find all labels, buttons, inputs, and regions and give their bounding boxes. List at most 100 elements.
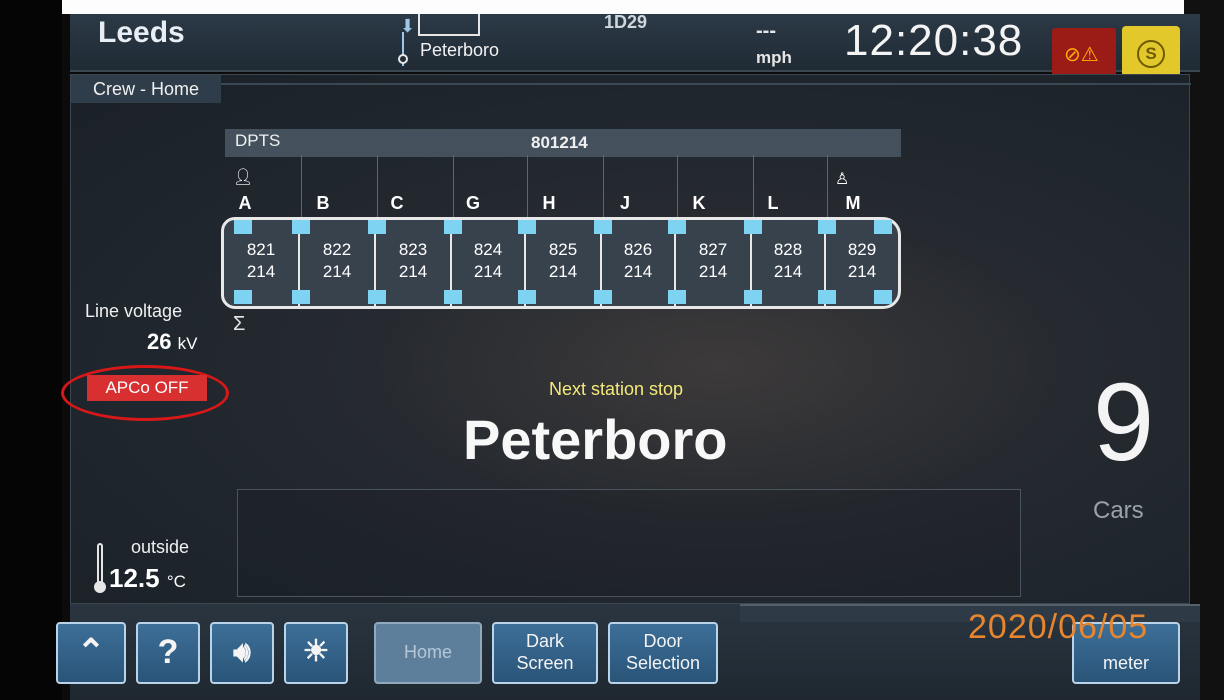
car-letter: B: [316, 193, 330, 213]
dark-screen-label-2: Screen: [516, 653, 574, 673]
car-number-top: 829: [847, 240, 877, 259]
car-divider: [301, 155, 302, 221]
car-m[interactable]: 829 214: [818, 220, 898, 306]
help-button[interactable]: ?: [136, 622, 200, 684]
car-g[interactable]: 824 214: [444, 220, 526, 306]
scroll-up-button[interactable]: ⌃: [56, 622, 126, 684]
s-mode-icon: S: [1137, 40, 1165, 68]
sigma-icon: Σ: [233, 313, 246, 335]
car-number-top: 823: [398, 240, 428, 259]
brightness-button[interactable]: ☀: [284, 622, 348, 684]
dark-screen-button[interactable]: Dark Screen: [492, 622, 598, 684]
line-voltage-label: Line voltage: [85, 301, 183, 321]
door-indicator: [874, 220, 892, 234]
car-letters-row: A B C G H J K L M: [221, 193, 901, 217]
meter-label: meter: [1102, 653, 1149, 673]
speed-value: ---: [756, 20, 776, 42]
car-letter: H: [542, 193, 556, 213]
car-number-bottom: 214: [623, 262, 653, 281]
car-b[interactable]: 822 214: [292, 220, 376, 306]
door-indicator: [744, 220, 762, 234]
outside-temp-unit: °C: [166, 572, 186, 591]
origin-station: Leeds: [98, 16, 185, 49]
door-indicator: [444, 220, 462, 234]
car-letter: G: [465, 193, 480, 213]
route-box-icon: [418, 14, 480, 36]
route-dot-icon: [398, 54, 408, 64]
car-number-bottom: 214: [698, 262, 728, 281]
clock: 12:20:38: [844, 16, 1024, 65]
car-number-bottom: 214: [473, 262, 503, 281]
door-indicator: [292, 290, 310, 304]
door-indicator: [874, 290, 892, 304]
unit-number: 801214: [531, 133, 588, 152]
unit-type: DPTS: [235, 131, 281, 150]
car-divider: [677, 155, 678, 221]
car-divider: [377, 155, 378, 221]
car-letter: M: [845, 193, 861, 213]
screen-title-tab: Crew - Home: [71, 75, 221, 103]
door-indicator: [668, 290, 686, 304]
door-selection-label-2: Selection: [625, 653, 701, 673]
door-indicator: [368, 220, 386, 234]
brightness-icon: ☀: [302, 635, 330, 668]
car-a[interactable]: 821 214: [224, 220, 300, 306]
car-letter: C: [390, 193, 404, 213]
door-indicator: [444, 290, 462, 304]
car-h[interactable]: 825 214: [518, 220, 602, 306]
line-voltage-value: 26 kV: [147, 329, 197, 355]
line-voltage-number: 26: [147, 329, 172, 354]
car-letter: K: [692, 193, 706, 213]
next-station-name: Peterboro: [463, 408, 728, 471]
door-selection-label-1: Door: [643, 631, 683, 651]
door-indicator: [368, 290, 386, 304]
car-number-top: 824: [473, 240, 503, 259]
car-number-bottom: 214: [548, 262, 578, 281]
car-c[interactable]: 823 214: [368, 220, 452, 306]
home-button[interactable]: Home: [374, 622, 482, 684]
door-indicator: [234, 290, 252, 304]
headcode: 1D29: [604, 12, 648, 32]
cab-empty-icon: ♙: [835, 171, 850, 188]
cars-count: 9: [1093, 361, 1155, 484]
door-indicator: [744, 290, 762, 304]
car-number-bottom: 214: [398, 262, 428, 281]
photo-date-stamp: 2020/06/05: [968, 608, 1149, 646]
car-divider: [753, 155, 754, 221]
door-indicator: [518, 290, 536, 304]
outside-temp-value: 12.5 °C: [109, 563, 186, 594]
car-number-top: 825: [548, 240, 578, 259]
door-indicator: [594, 220, 612, 234]
door-selection-button[interactable]: Door Selection: [608, 622, 718, 684]
bezel-right: [1184, 0, 1224, 700]
speed-unit: mph: [756, 48, 792, 67]
message-area: [237, 489, 1021, 597]
crew-home-screen: Crew - Home DPTS 801214 👤︎ ♙ A B C G H J…: [61, 74, 1191, 604]
dark-screen-label-1: Dark: [525, 631, 564, 651]
door-indicator: [668, 220, 686, 234]
car-divider: [453, 155, 454, 221]
door-indicator: [818, 290, 836, 304]
bezel-left: [0, 0, 62, 700]
car-divider: [527, 155, 528, 221]
alarm-icon: ⊘⚠: [1064, 44, 1099, 66]
train-diagram: 821 214 822 214 823 214 824 214 825 214: [221, 217, 901, 309]
car-divider: [827, 155, 828, 221]
speaker-icon: 🔊︎: [233, 636, 251, 667]
car-k[interactable]: 827 214: [668, 220, 752, 306]
car-number-top: 826: [623, 240, 653, 259]
volume-button[interactable]: 🔊︎: [210, 622, 274, 684]
outside-temp-label: outside: [131, 537, 190, 557]
car-number-top: 828: [773, 240, 803, 259]
car-number-bottom: 214: [246, 262, 276, 281]
car-number-top: 827: [698, 240, 728, 259]
up-arrow-icon: ⌃: [76, 633, 106, 671]
apco-status-badge: APCo OFF: [87, 375, 207, 401]
next-station-label: Next station stop: [549, 379, 684, 399]
car-j[interactable]: 826 214: [594, 220, 676, 306]
status-bar: Leeds ⬇ Peterboro 1D29 --- mph 12:20:38 …: [70, 12, 1200, 84]
car-number-bottom: 214: [322, 262, 352, 281]
car-letter: J: [619, 193, 630, 213]
door-indicator: [818, 220, 836, 234]
car-l[interactable]: 828 214: [744, 220, 826, 306]
